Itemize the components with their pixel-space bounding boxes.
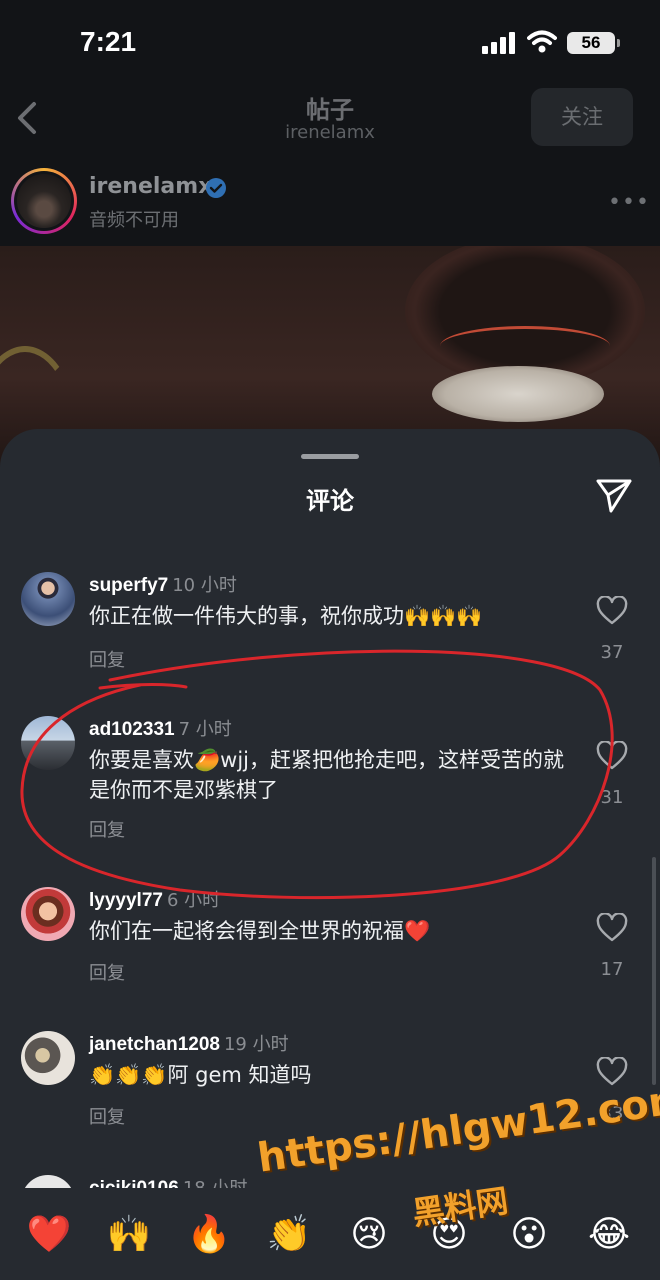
- reply-button[interactable]: 回复: [89, 646, 125, 672]
- like-count: 31: [600, 787, 624, 808]
- emoji-heart[interactable]: ❤️: [24, 1210, 74, 1260]
- comment-time: 7 小时: [178, 719, 232, 740]
- commenter-username[interactable]: janetchan1208: [89, 1034, 220, 1055]
- comment-time: 10 小时: [172, 575, 237, 596]
- like-count: 17: [600, 959, 624, 980]
- commenter-username[interactable]: superfy7: [89, 575, 168, 596]
- author-username[interactable]: irenelamx: [89, 174, 212, 199]
- wifi-icon: [527, 30, 557, 53]
- more-options-icon[interactable]: •••: [608, 190, 650, 215]
- reply-button[interactable]: 回复: [89, 1103, 125, 1129]
- commenter-avatar[interactable]: [21, 716, 75, 770]
- commenter-avatar[interactable]: [21, 887, 75, 941]
- comment-item: ad102331 7 小时 你要是喜欢🥭wjj，赶紧把他抢走吧，这样受苦的就是你而…: [0, 716, 660, 846]
- post-author-row: irenelamx 音频不可用 •••: [0, 154, 660, 246]
- battery-indicator: 56: [567, 32, 620, 54]
- commenter-avatar[interactable]: [21, 1031, 75, 1085]
- comment-text: 你们在一起将会得到全世界的祝福❤️: [89, 919, 431, 943]
- comment-time: 19 小时: [223, 1034, 289, 1055]
- comment-text: 你正在做一件伟大的事，祝你成功🙌🙌🙌: [89, 604, 483, 628]
- comment-text: 👏👏👏阿 gem 知道吗: [89, 1063, 312, 1087]
- sheet-grabber[interactable]: [301, 454, 359, 459]
- comment-item: lyyyyl77 6 小时 你们在一起将会得到全世界的祝福❤️ 回复 17: [0, 887, 660, 1017]
- commenter-username[interactable]: ad102331: [89, 719, 175, 740]
- header: 帖子 irenelamx 关注: [0, 88, 660, 154]
- reply-button[interactable]: 回复: [89, 816, 125, 842]
- emoji-fire[interactable]: 🔥: [184, 1210, 234, 1260]
- author-avatar[interactable]: [11, 168, 77, 234]
- share-send-icon[interactable]: [594, 475, 634, 515]
- like-count: 37: [600, 642, 624, 663]
- comment-item: superfy7 10 小时 你正在做一件伟大的事，祝你成功🙌🙌🙌 回复 37: [0, 572, 660, 702]
- emoji-laughing[interactable]: 😂: [584, 1210, 634, 1260]
- like-heart-icon[interactable]: [596, 741, 628, 771]
- emoji-surprised[interactable]: 😮: [504, 1210, 554, 1260]
- like-heart-icon[interactable]: [596, 913, 628, 943]
- like-heart-icon[interactable]: [596, 596, 628, 626]
- emoji-raised-hands[interactable]: 🙌: [104, 1210, 154, 1260]
- cellular-signal-icon: [482, 32, 515, 54]
- commenter-avatar[interactable]: [21, 572, 75, 626]
- emoji-reaction-bar: ❤️ 🙌 🔥 👏 😢 😍 😮 😂: [0, 1188, 660, 1280]
- reply-button[interactable]: 回复: [89, 959, 125, 985]
- comments-title: 评论: [306, 487, 354, 515]
- commenter-username[interactable]: lyyyyl77: [89, 890, 163, 911]
- like-heart-icon[interactable]: [596, 1057, 628, 1087]
- comment-text: 你要是喜欢🥭wjj，赶紧把他抢走吧，这样受苦的就是你而不是邓紫棋了: [89, 748, 564, 802]
- audio-status: 音频不可用: [89, 210, 179, 231]
- comment-time: 6 小时: [166, 890, 221, 911]
- status-time: 7:21: [80, 26, 137, 57]
- verified-badge-icon: [206, 178, 226, 198]
- emoji-crying[interactable]: 😢: [344, 1210, 394, 1260]
- status-bar: 7:21 56: [0, 0, 660, 88]
- emoji-clap[interactable]: 👏: [264, 1210, 314, 1260]
- follow-button[interactable]: 关注: [531, 88, 633, 146]
